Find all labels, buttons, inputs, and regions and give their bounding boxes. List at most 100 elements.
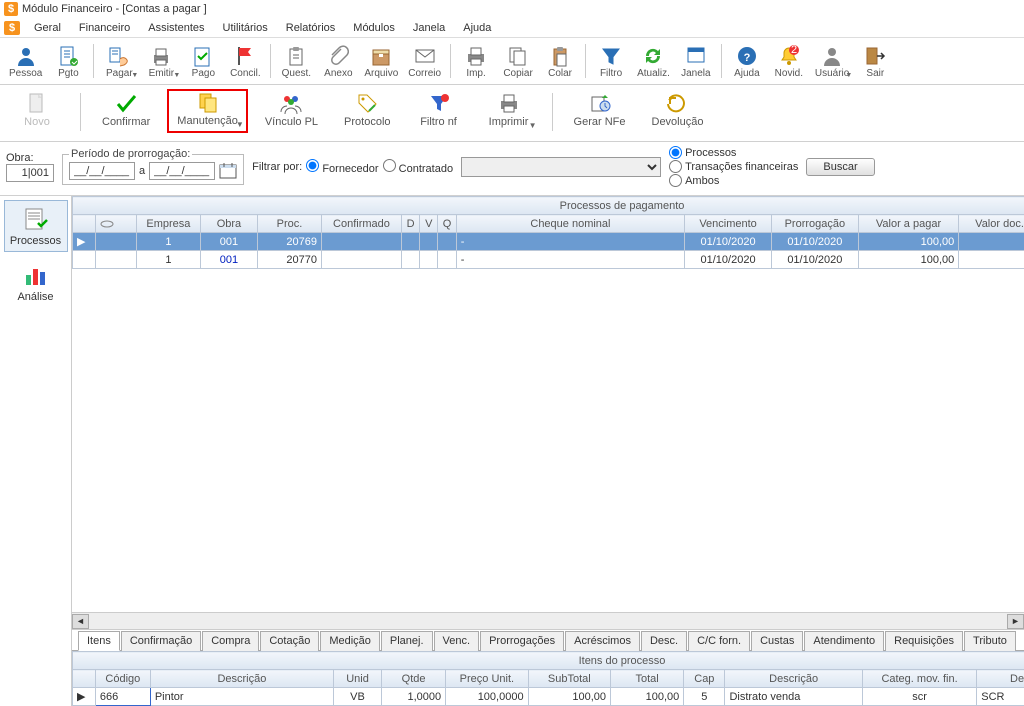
tb-emitir[interactable]: Emitir▼: [140, 40, 182, 82]
tab-medição[interactable]: Medição: [320, 631, 380, 651]
tb-correio[interactable]: Correio: [403, 40, 446, 82]
col-header[interactable]: D: [401, 215, 419, 233]
tab-planej.[interactable]: Planej.: [381, 631, 433, 651]
tb-anexo[interactable]: Anexo: [317, 40, 359, 82]
tb-concil.[interactable]: Concil.: [224, 40, 266, 82]
tab-acréscimos[interactable]: Acréscimos: [565, 631, 640, 651]
col-header[interactable]: Descrição Categ. mov. fin.: [977, 670, 1024, 688]
col-header[interactable]: Preço Unit.: [446, 670, 528, 688]
col-header[interactable]: Total: [611, 670, 684, 688]
tab-venc.[interactable]: Venc.: [434, 631, 480, 651]
col-header[interactable]: [73, 670, 96, 688]
col-header[interactable]: Confirmado: [321, 215, 401, 233]
tab-prorrogações[interactable]: Prorrogações: [480, 631, 564, 651]
svg-text:2: 2: [791, 45, 797, 56]
tb-quest.[interactable]: Quest.: [275, 40, 317, 82]
h-scrollbar[interactable]: ◄►: [72, 612, 1024, 629]
col-header[interactable]: Vencimento: [685, 215, 772, 233]
radio-ambos[interactable]: Ambos: [669, 174, 798, 187]
filter-select[interactable]: [461, 157, 661, 177]
tab-custas[interactable]: Custas: [751, 631, 803, 651]
tb-janela[interactable]: Janela: [675, 40, 717, 82]
sidetab-analise[interactable]: Análise: [4, 256, 68, 308]
tb2-novo[interactable]: Novo: [6, 89, 68, 133]
tb-imp.[interactable]: Imp.: [455, 40, 497, 82]
col-header[interactable]: Unid: [333, 670, 381, 688]
tb2-gerar nfe[interactable]: Gerar NFe: [565, 89, 635, 133]
tb-novid.[interactable]: 2Novid.: [768, 40, 810, 82]
radio-processos[interactable]: Processos: [669, 146, 798, 159]
date-from-input[interactable]: [69, 162, 135, 180]
menu-utilitarios[interactable]: Utilitários: [215, 20, 276, 36]
tab-confirmação[interactable]: Confirmação: [121, 631, 201, 651]
col-header[interactable]: [73, 215, 96, 233]
tb2-devolução[interactable]: Devolução: [643, 89, 713, 133]
radio-fornecedor[interactable]: Fornecedor: [306, 159, 378, 175]
tb-pessoa[interactable]: Pessoa: [4, 40, 47, 82]
col-header[interactable]: [95, 215, 136, 233]
obra-input[interactable]: [6, 164, 54, 182]
tb-pagar[interactable]: Pagar▼: [98, 40, 140, 82]
menu-janela[interactable]: Janela: [405, 20, 453, 36]
tab-tributo[interactable]: Tributo: [964, 631, 1016, 651]
col-header[interactable]: Cheque nominal: [456, 215, 684, 233]
col-header[interactable]: Descrição: [725, 670, 862, 688]
tab-compra[interactable]: Compra: [202, 631, 259, 651]
radio-contratado[interactable]: Contratado: [383, 159, 454, 175]
col-header[interactable]: Código: [95, 670, 150, 688]
tb-copiar[interactable]: Copiar: [497, 40, 539, 82]
tab-desc.[interactable]: Desc.: [641, 631, 687, 651]
protocolo-icon: [356, 92, 378, 114]
tb2-imprimir[interactable]: Imprimir▼: [478, 89, 540, 133]
col-header[interactable]: Descrição: [150, 670, 333, 688]
col-header[interactable]: SubTotal: [528, 670, 610, 688]
col-header[interactable]: Qtde: [382, 670, 446, 688]
menu-financeiro[interactable]: Financeiro: [71, 20, 138, 36]
menu-ajuda[interactable]: Ajuda: [455, 20, 499, 36]
tb-atualiz.[interactable]: Atualiz.: [632, 40, 675, 82]
col-header[interactable]: Categ. mov. fin.: [862, 670, 976, 688]
menu-relatorios[interactable]: Relatórios: [278, 20, 344, 36]
tab-requisições[interactable]: Requisições: [885, 631, 963, 651]
tb-sair[interactable]: Sair: [854, 40, 896, 82]
col-header[interactable]: Proc.: [258, 215, 322, 233]
window-title: Módulo Financeiro - [Contas a pagar ]: [22, 3, 207, 15]
date-to-input[interactable]: [149, 162, 215, 180]
table-row[interactable]: 100120770-01/10/202001/10/2020100,000,00: [73, 251, 1024, 269]
menu-geral[interactable]: Geral: [26, 20, 69, 36]
col-header[interactable]: V: [420, 215, 438, 233]
tb2-vínculo pl[interactable]: Vínculo PL: [256, 89, 327, 133]
table-row[interactable]: ▶666PintorVB1,0000100,0000100,00100,005D…: [73, 688, 1024, 706]
tb-filtro[interactable]: Filtro: [590, 40, 632, 82]
col-header[interactable]: Empresa: [136, 215, 200, 233]
buscar-button[interactable]: Buscar: [806, 158, 874, 176]
tb2-filtro nf[interactable]: Filtro nf: [408, 89, 470, 133]
radio-transacoes[interactable]: Transações financeiras: [669, 160, 798, 173]
tb-pago[interactable]: Pago: [182, 40, 224, 82]
col-header[interactable]: Q: [438, 215, 456, 233]
tb-arquivo[interactable]: Arquivo: [359, 40, 403, 82]
tb-colar[interactable]: Colar: [539, 40, 581, 82]
sidetab-processos[interactable]: Processos: [4, 200, 68, 252]
calendar-icon[interactable]: [219, 162, 237, 180]
tab-atendimento[interactable]: Atendimento: [804, 631, 884, 651]
col-header[interactable]: Valor a pagar: [858, 215, 959, 233]
tb-ajuda[interactable]: ?Ajuda: [726, 40, 768, 82]
processos-grid[interactable]: Processos de pagamento EmpresaObraProc.C…: [72, 196, 1024, 269]
table-row[interactable]: ▶100120769-01/10/202001/10/2020100,000,0…: [73, 233, 1024, 251]
menu-modulos[interactable]: Módulos: [345, 20, 403, 36]
tb2-protocolo[interactable]: Protocolo: [335, 89, 399, 133]
tab-cotação[interactable]: Cotação: [260, 631, 319, 651]
tb2-manutenção[interactable]: Manutenção▼: [167, 89, 248, 133]
tab-itens[interactable]: Itens: [78, 631, 120, 651]
tb-usuário[interactable]: Usuário▼: [810, 40, 854, 82]
tab-c/c forn.[interactable]: C/C forn.: [688, 631, 750, 651]
col-header[interactable]: Obra: [200, 215, 257, 233]
atualiz-icon: [642, 45, 664, 67]
tb2-confirmar[interactable]: Confirmar: [93, 89, 159, 133]
col-header[interactable]: Prorrogação: [771, 215, 858, 233]
tb-pgto[interactable]: Pgto: [47, 40, 89, 82]
col-header[interactable]: Cap: [684, 670, 725, 688]
menu-assistentes[interactable]: Assistentes: [140, 20, 212, 36]
col-header[interactable]: Valor doc. fiscal: [959, 215, 1024, 233]
